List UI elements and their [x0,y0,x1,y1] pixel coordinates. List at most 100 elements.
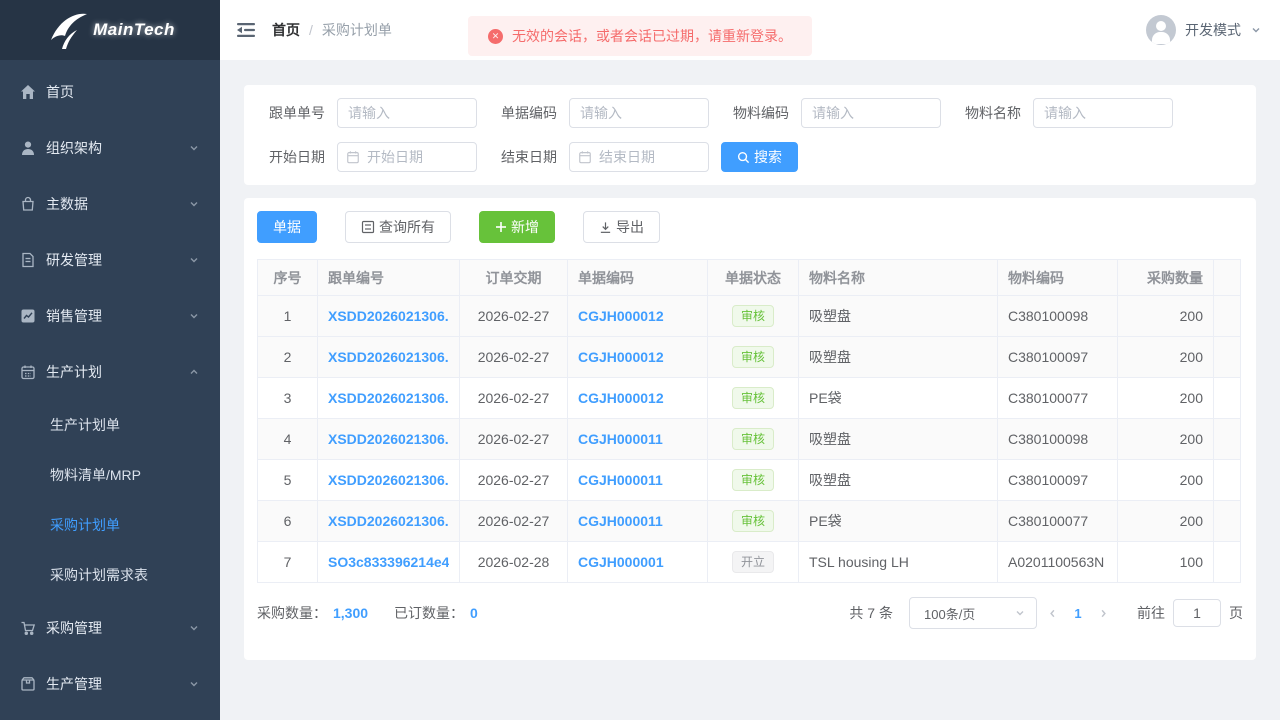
cell-qty: 200 [1118,419,1214,460]
doc-link[interactable]: CGJH000011 [578,431,697,447]
sidebar-item-org[interactable]: 组织架构 [0,120,220,176]
status-badge: 开立 [732,551,774,573]
cell-tracking: SO3c833396214e40 [318,542,460,583]
table-row[interactable]: 7 SO3c833396214e40 2026-02-28 CGJH000001… [258,542,1241,583]
cell-tracking: XSDD2026021306.. [318,337,460,378]
col-header-delivery: 订单交期 [460,260,568,296]
end-date-input[interactable]: 结束日期 [569,142,709,172]
material-code-input[interactable] [801,98,941,128]
chevron-down-icon [188,142,200,154]
table-row[interactable]: 4 XSDD2026021306.. 2026-02-27 CGJH000011… [258,419,1241,460]
sidebar-subitem-bom-mrp[interactable]: 物料清单/MRP [0,450,220,500]
sidebar-item-manufacturing[interactable]: 生产管理 [0,656,220,712]
page-size-select[interactable]: 100条/页 [909,597,1037,629]
material-code-label: 物料编码 [721,103,789,123]
cell-tracking: XSDD2026021306.. [318,419,460,460]
cell-material: PE袋 [799,501,998,542]
tracking-link[interactable]: XSDD2026021306.. [328,308,449,324]
col-header-seq: 序号 [258,260,318,296]
goto-page-input[interactable] [1173,599,1221,627]
sidebar-item-master-data[interactable]: 主数据 [0,176,220,232]
breadcrumb-home[interactable]: 首页 [272,20,300,40]
cell-delivery: 2026-02-28 [460,542,568,583]
breadcrumb-current: 采购计划单 [322,20,392,40]
sidebar-item-home[interactable]: 首页 [0,64,220,120]
next-page-icon[interactable] [1088,608,1119,619]
tracking-link[interactable]: XSDD2026021306.. [328,390,449,406]
doc-link[interactable]: CGJH000001 [578,554,697,570]
table-row[interactable]: 5 XSDD2026021306.. 2026-02-27 CGJH000011… [258,460,1241,501]
cell-qty: 100 [1118,542,1214,583]
cell-spacer [1214,296,1241,337]
list-icon [361,220,375,234]
sidebar-item-production-plan[interactable]: 生产计划 [0,344,220,400]
logo-text: MainTech [93,20,175,40]
tracking-link[interactable]: SO3c833396214e40 [328,554,449,570]
export-button[interactable]: 导出 [583,211,660,243]
status-badge: 审核 [732,305,774,327]
pagination-total: 共 7 条 [849,603,893,623]
cell-status: 审核 [708,419,799,460]
sidebar-item-sales[interactable]: 销售管理 [0,288,220,344]
cell-doc: CGJH000001 [568,542,708,583]
doc-link[interactable]: CGJH000012 [578,390,697,406]
chevron-down-icon [188,678,200,690]
tracking-link[interactable]: XSDD2026021306.. [328,513,449,529]
sidebar-item-label: 研发管理 [46,250,188,270]
sidebar-item-rnd[interactable]: 研发管理 [0,232,220,288]
doc-link[interactable]: CGJH000011 [578,472,697,488]
cell-seq: 5 [258,460,318,501]
calendar-icon [578,150,592,164]
search-button[interactable]: 搜索 [721,142,798,172]
add-button[interactable]: 新增 [479,211,555,243]
table-row[interactable]: 6 XSDD2026021306.. 2026-02-27 CGJH000011… [258,501,1241,542]
user-menu[interactable]: 开发模式 [1146,15,1262,45]
cell-seq: 2 [258,337,318,378]
main-content: 跟单单号 单据编码 物料编码 物料名称 开始日期 开始日期 结束日期 [220,60,1280,720]
sidebar-item-label: 采购管理 [46,618,188,638]
sidebar-item-purchasing[interactable]: 采购管理 [0,600,220,656]
cell-code: A0201100563N [998,542,1118,583]
sidebar-fold-icon[interactable] [236,21,256,39]
table-row[interactable]: 3 XSDD2026021306.. 2026-02-27 CGJH000012… [258,378,1241,419]
chart-icon [20,308,36,324]
cell-spacer [1214,460,1241,501]
tracking-link[interactable]: XSDD2026021306.. [328,472,449,488]
export-button-label: 导出 [616,217,644,237]
sidebar-subitem-production-plan-order[interactable]: 生产计划单 [0,400,220,450]
table-row[interactable]: 1 XSDD2026021306.. 2026-02-27 CGJH000012… [258,296,1241,337]
sidebar-item-label: 销售管理 [46,306,188,326]
cell-qty: 200 [1118,296,1214,337]
col-header-qty: 采购数量 [1118,260,1214,296]
tracking-link[interactable]: XSDD2026021306.. [328,431,449,447]
material-name-input[interactable] [1033,98,1173,128]
prev-page-icon[interactable] [1037,608,1068,619]
table-row[interactable]: 2 XSDD2026021306.. 2026-02-27 CGJH000012… [258,337,1241,378]
search-button-label: 搜索 [754,147,782,167]
sidebar-subitem-purchase-plan-demand[interactable]: 采购计划需求表 [0,550,220,600]
user-icon [20,140,36,156]
cell-material: TSL housing LH [799,542,998,583]
doc-link[interactable]: CGJH000012 [578,349,697,365]
doc-code-input[interactable] [569,98,709,128]
end-date-placeholder: 结束日期 [599,147,655,167]
cell-spacer [1214,337,1241,378]
document-button[interactable]: 单据 [257,211,317,243]
query-all-button[interactable]: 查询所有 [345,211,451,243]
page-number-1[interactable]: 1 [1068,606,1088,621]
material-name-label: 物料名称 [953,103,1021,123]
doc-link[interactable]: CGJH000011 [578,513,697,529]
calendar-icon [20,364,36,380]
sidebar-item-label: 生产计划 [46,362,188,382]
status-badge: 审核 [732,469,774,491]
sidebar-subitem-purchase-plan-order[interactable]: 采购计划单 [0,500,220,550]
table-panel: 单据 查询所有 新增 导出 [244,198,1256,660]
status-badge: 审核 [732,510,774,532]
col-header-spacer [1214,260,1241,296]
start-date-input[interactable]: 开始日期 [337,142,477,172]
tracking-link[interactable]: XSDD2026021306.. [328,349,449,365]
tracking-no-input[interactable] [337,98,477,128]
doc-link[interactable]: CGJH000012 [578,308,697,324]
cell-status: 审核 [708,337,799,378]
cell-spacer [1214,501,1241,542]
